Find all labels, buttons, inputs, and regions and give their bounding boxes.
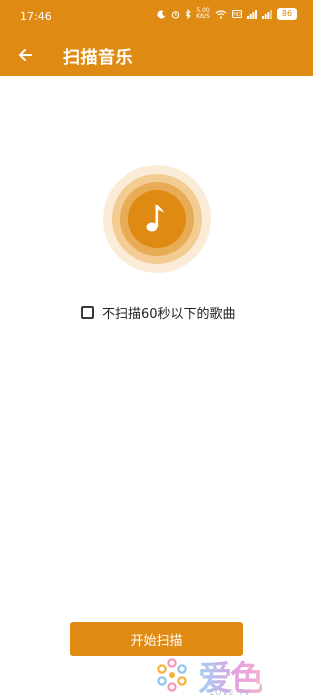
watermark-logo: 爱色 LOVE TV [152,653,264,700]
back-button[interactable] [8,38,42,72]
svg-text:HD: HD [233,12,241,18]
watermark-subtext: LOVE TV [210,688,251,697]
top-app-region: 17:46 5.00 KB/S HD 86 扫描音乐 [0,0,313,76]
arrow-left-icon [19,49,32,61]
skip-short-songs-checkbox[interactable] [81,306,94,319]
flower-logo-icon [157,658,187,692]
hd-icon: HD [232,10,242,18]
page-title: 扫描音乐 [63,48,133,68]
skip-short-songs-label: 不扫描60秒以下的歌曲 [102,307,236,322]
signal-icon-2 [262,9,272,19]
net-speed: 5.00 KB/S [196,7,210,20]
skip-short-songs-option[interactable]: 不扫描60秒以下的歌曲 [81,303,236,322]
status-time: 17:46 [20,10,52,23]
battery-indicator: 86 [277,8,297,20]
wifi-icon [215,9,227,19]
app-bar: 扫描音乐 [0,34,313,76]
bluetooth-icon [185,9,191,19]
music-scan-graphic [103,165,211,273]
status-icons: 5.00 KB/S HD 86 [157,8,297,20]
moon-icon [157,9,166,19]
alarm-icon [171,10,180,19]
status-bar: 17:46 5.00 KB/S HD 86 [0,0,313,34]
signal-icon [247,9,257,19]
